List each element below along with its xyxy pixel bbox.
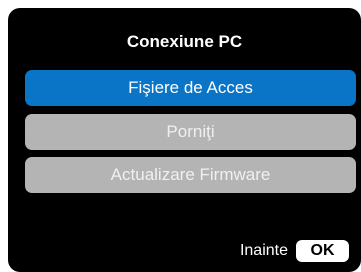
pc-connection-dialog: Conexiune PC Fişiere de Acces Porniţi Ac… [8,8,361,272]
menu-item-label: Actualizare Firmware [110,165,271,184]
device-screen: Conexiune PC Fişiere de Acces Porniţi Ac… [0,0,361,272]
footer-hint: Inainte OK [240,240,349,262]
menu-item-file-access[interactable]: Fişiere de Acces [25,70,356,106]
menu-item-start[interactable]: Porniţi [25,114,356,150]
menu-item-label: Porniţi [166,122,215,141]
next-label: Inainte [239,242,288,259]
menu-item-firmware-update[interactable]: Actualizare Firmware [25,157,356,193]
menu-item-label: Fişiere de Acces [128,78,253,97]
dialog-title: Conexiune PC [126,32,243,51]
ok-button[interactable]: OK [296,240,349,262]
